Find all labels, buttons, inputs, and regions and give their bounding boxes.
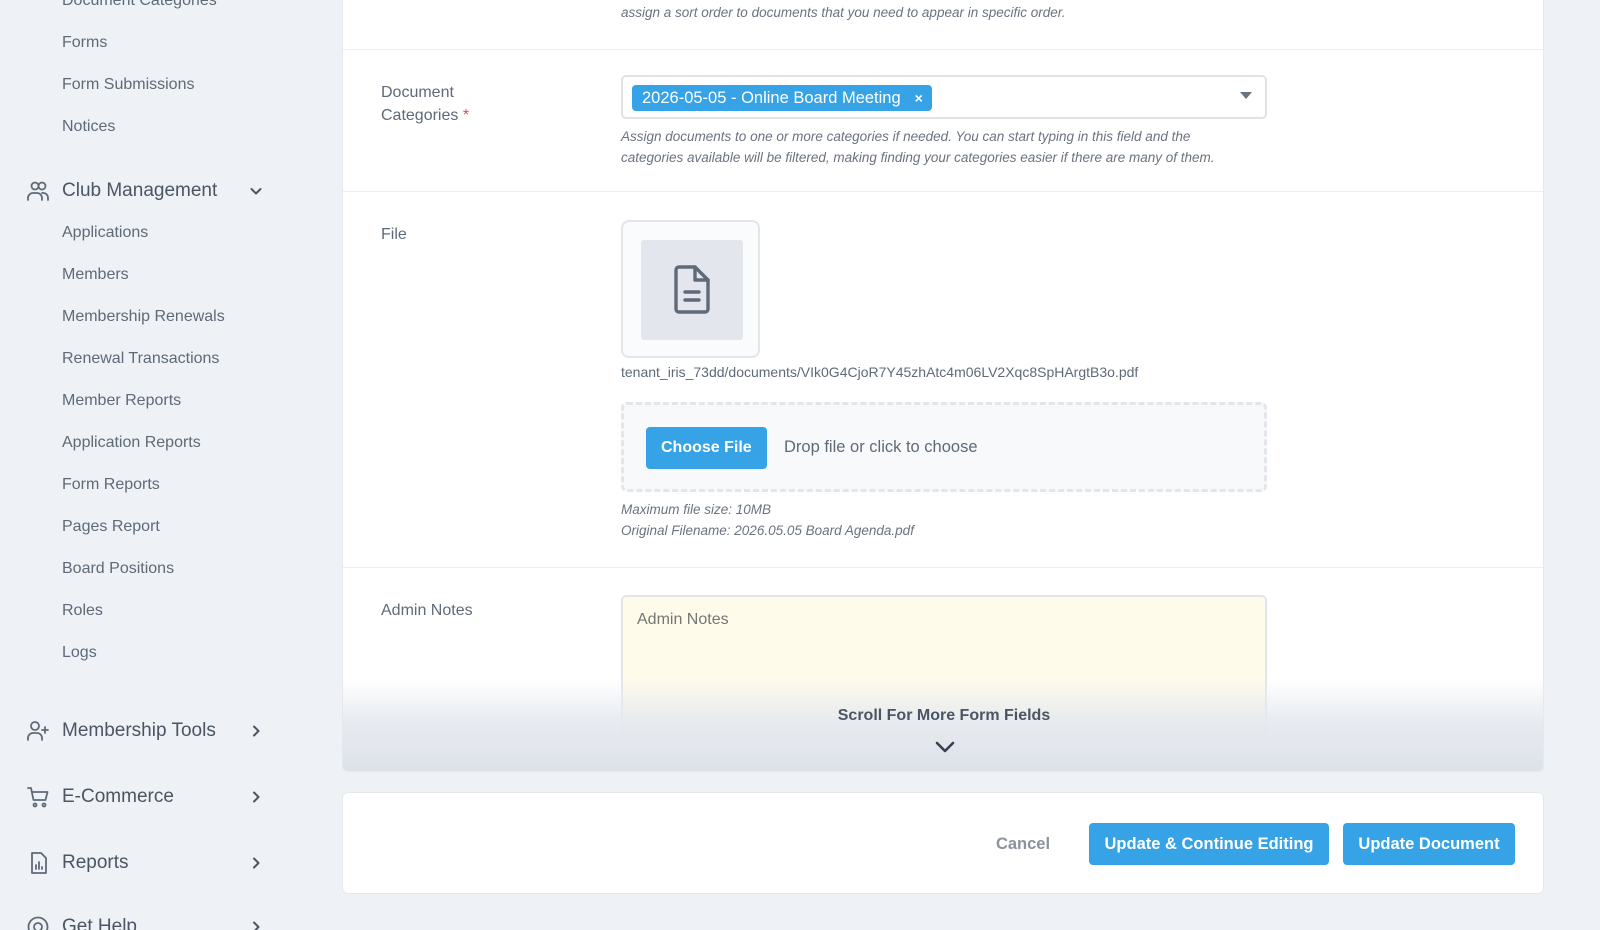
- remove-chip-button[interactable]: ×: [915, 90, 923, 106]
- sidebar-item-applications[interactable]: Applications: [62, 224, 148, 242]
- update-continue-button[interactable]: Update & Continue Editing: [1089, 823, 1329, 865]
- file-help-text: Maximum file size: 10MB Original Filenam…: [621, 499, 1281, 541]
- users-icon: [25, 178, 51, 204]
- document-icon: [670, 264, 714, 316]
- dropdown-caret-icon[interactable]: [1240, 92, 1252, 99]
- sidebar-item-roles[interactable]: Roles: [62, 602, 103, 620]
- chevron-down-icon[interactable]: [935, 741, 955, 753]
- label-line: Categories: [381, 107, 459, 124]
- sidebar-item-board-positions[interactable]: Board Positions: [62, 560, 174, 578]
- sidebar-item-pages-report[interactable]: Pages Report: [62, 518, 160, 536]
- scroll-hint-text[interactable]: Scroll For More Form Fields: [343, 707, 1543, 725]
- category-chip: 2026-05-05 - Online Board Meeting ×: [632, 85, 932, 111]
- chevron-right-icon: [247, 788, 265, 806]
- sidebar-item-application-reports[interactable]: Application Reports: [62, 434, 201, 452]
- document-categories-label: Document Categories *: [381, 81, 469, 127]
- sidebar-group-club-management[interactable]: Club Management: [25, 176, 265, 206]
- sidebar-group-label: Reports: [62, 852, 129, 873]
- categories-help-text: Assign documents to one or more categori…: [621, 126, 1281, 168]
- file-label: File: [381, 226, 407, 243]
- sidebar-item-logs[interactable]: Logs: [62, 644, 97, 662]
- sidebar-group-label: Membership Tools: [62, 720, 216, 741]
- sidebar-item-forms[interactable]: Forms: [62, 34, 107, 52]
- sidebar-item-document-categories[interactable]: Document Categories: [62, 0, 217, 10]
- dropzone-text: Drop file or click to choose: [784, 438, 978, 456]
- choose-file-button[interactable]: Choose File: [646, 427, 767, 469]
- original-filename: Original Filename: 2026.05.05 Board Agen…: [621, 523, 914, 538]
- cancel-button[interactable]: Cancel: [993, 823, 1053, 865]
- scroll-hint-overlay[interactable]: [343, 679, 1543, 771]
- file-dropzone[interactable]: Choose File Drop file or click to choose: [621, 402, 1267, 492]
- form-actions-bar: Cancel Update & Continue Editing Update …: [342, 792, 1544, 894]
- admin-notes-label: Admin Notes: [381, 602, 473, 619]
- chevron-right-icon: [247, 722, 265, 740]
- label-line: Document: [381, 84, 454, 101]
- chevron-right-icon: [247, 918, 265, 930]
- chevron-down-icon: [247, 182, 265, 200]
- sidebar-group-get-help[interactable]: Get Help: [25, 912, 265, 930]
- divider: [343, 567, 1543, 568]
- sidebar-group-membership-tools[interactable]: Membership Tools: [25, 716, 265, 746]
- divider: [343, 191, 1543, 192]
- sidebar-group-label: Get Help: [62, 916, 137, 930]
- chevron-right-icon: [247, 854, 265, 872]
- max-file-size: Maximum file size: 10MB: [621, 502, 772, 517]
- sidebar-item-membership-renewals[interactable]: Membership Renewals: [62, 308, 225, 326]
- sidebar-group-ecommerce[interactable]: E-Commerce: [25, 782, 265, 812]
- sidebar-item-form-submissions[interactable]: Form Submissions: [62, 76, 194, 94]
- sidebar-item-members[interactable]: Members: [62, 266, 129, 284]
- lifebuoy-icon: [25, 914, 51, 930]
- sidebar: Document Categories Forms Form Submissio…: [0, 0, 320, 930]
- sidebar-group-label: Club Management: [62, 180, 218, 201]
- document-form-card: assign a sort order to documents that yo…: [342, 0, 1544, 772]
- sidebar-group-label: E-Commerce: [62, 786, 174, 807]
- required-marker: *: [462, 107, 470, 124]
- sidebar-item-notices[interactable]: Notices: [62, 118, 115, 136]
- sidebar-group-reports[interactable]: Reports: [25, 848, 265, 878]
- sidebar-item-member-reports[interactable]: Member Reports: [62, 392, 181, 410]
- file-preview-inner: [641, 240, 743, 340]
- file-preview[interactable]: [621, 220, 760, 358]
- sort-order-help-text: assign a sort order to documents that yo…: [621, 5, 1066, 20]
- file-path: tenant_iris_73dd/documents/VIk0G4CjoR7Y4…: [621, 364, 1139, 380]
- help-line: Assign documents to one or more categori…: [621, 129, 1191, 144]
- user-plus-icon: [25, 718, 51, 744]
- divider: [343, 49, 1543, 50]
- cart-icon: [25, 784, 51, 810]
- help-line: categories available will be filtered, m…: [621, 150, 1215, 165]
- chip-label: 2026-05-05 - Online Board Meeting: [642, 88, 901, 107]
- sidebar-item-form-reports[interactable]: Form Reports: [62, 476, 160, 494]
- report-icon: [25, 850, 51, 876]
- update-document-button[interactable]: Update Document: [1343, 823, 1515, 865]
- sidebar-item-renewal-transactions[interactable]: Renewal Transactions: [62, 350, 219, 368]
- document-categories-select[interactable]: 2026-05-05 - Online Board Meeting ×: [621, 75, 1267, 119]
